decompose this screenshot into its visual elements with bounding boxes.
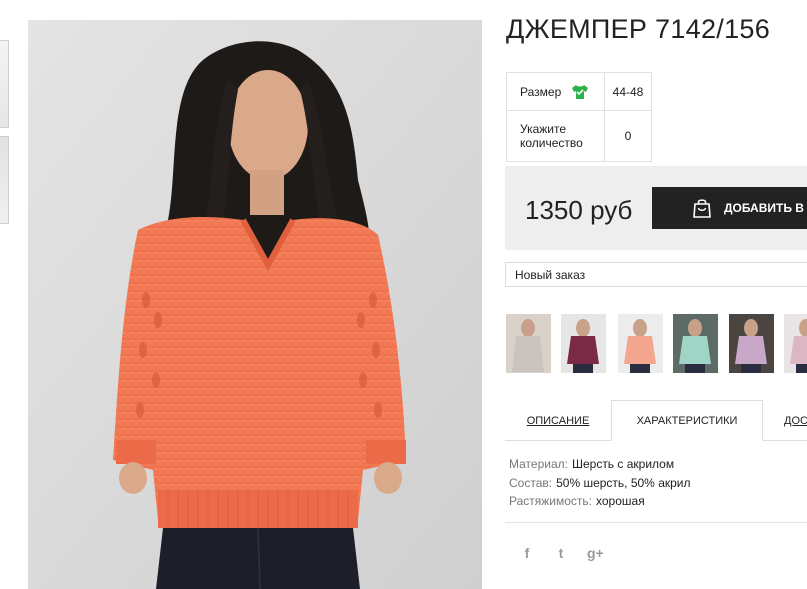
add-to-order-button[interactable]: ДОБАВИТЬ В ЗАКАЗ xyxy=(652,187,807,229)
thumbnail-lilac[interactable] xyxy=(729,314,774,373)
order-select[interactable]: Новый заказ xyxy=(505,262,807,287)
thumbnail-pink[interactable] xyxy=(784,314,807,373)
size-quantity-table: Размер 44-48 Укажите количество 0 xyxy=(506,72,652,162)
quantity-label-line2: количество xyxy=(520,136,583,150)
side-thumbnail-1[interactable] xyxy=(0,40,9,128)
product-price: 1350 руб xyxy=(525,195,633,225)
quantity-label-cell: Укажите количество xyxy=(506,110,605,162)
price-panel: 1350 руб ДОБАВИТЬ В ЗАКАЗ xyxy=(505,166,807,250)
tab-delivery[interactable]: ДОСТАВКА xyxy=(767,400,807,441)
spec-row-material: Материал: Шерсть с акрилом xyxy=(509,455,691,474)
thumbnail-grey[interactable] xyxy=(506,314,551,373)
thumbnail-mint[interactable] xyxy=(673,314,718,373)
size-tshirt-icon[interactable] xyxy=(571,84,589,100)
side-thumbnail-2[interactable] xyxy=(0,136,9,224)
twitter-icon[interactable]: t xyxy=(553,545,569,561)
product-title: ДЖЕМПЕР 7142/156 xyxy=(506,14,771,44)
facebook-icon[interactable]: f xyxy=(519,545,535,561)
size-label-cell: Размер xyxy=(506,72,605,111)
spec-row-composition: Состав: 50% шерсть, 50% акрил xyxy=(509,474,691,493)
size-value[interactable]: 44-48 xyxy=(604,72,652,111)
product-tabs: ОПИСАНИЕ ХАРАКТЕРИСТИКИ ДОСТАВКА xyxy=(505,400,807,441)
spec-value: хорошая xyxy=(596,494,645,508)
add-to-order-label: ДОБАВИТЬ В ЗАКАЗ xyxy=(724,201,807,215)
size-label: Размер xyxy=(520,84,562,99)
spec-key: Состав: xyxy=(509,475,553,490)
product-main-photo xyxy=(28,20,482,589)
specs-list: Материал: Шерсть с акрилом Состав: 50% шер… xyxy=(509,455,691,511)
social-share: f t g+ xyxy=(519,545,604,561)
thumbnail-peach[interactable] xyxy=(618,314,663,373)
google-plus-icon[interactable]: g+ xyxy=(587,545,604,561)
spec-value: 50% шерсть, 50% акрил xyxy=(556,475,691,490)
tab-characteristics[interactable]: ХАРАКТЕРИСТИКИ xyxy=(611,400,763,441)
spec-key: Растяжимость: xyxy=(509,494,593,508)
tab-description[interactable]: ОПИСАНИЕ xyxy=(505,400,611,441)
thumbnail-burgundy[interactable] xyxy=(561,314,606,373)
specs-divider xyxy=(505,522,807,523)
quantity-input[interactable]: 0 xyxy=(604,110,652,162)
shopping-bag-icon xyxy=(693,199,711,218)
spec-row-stretch: Растяжимость: хорошая xyxy=(509,492,691,511)
quantity-label-line1: Укажите xyxy=(520,122,567,136)
spec-value: Шерсть с акрилом xyxy=(571,457,675,471)
spec-key: Материал: xyxy=(509,457,568,471)
